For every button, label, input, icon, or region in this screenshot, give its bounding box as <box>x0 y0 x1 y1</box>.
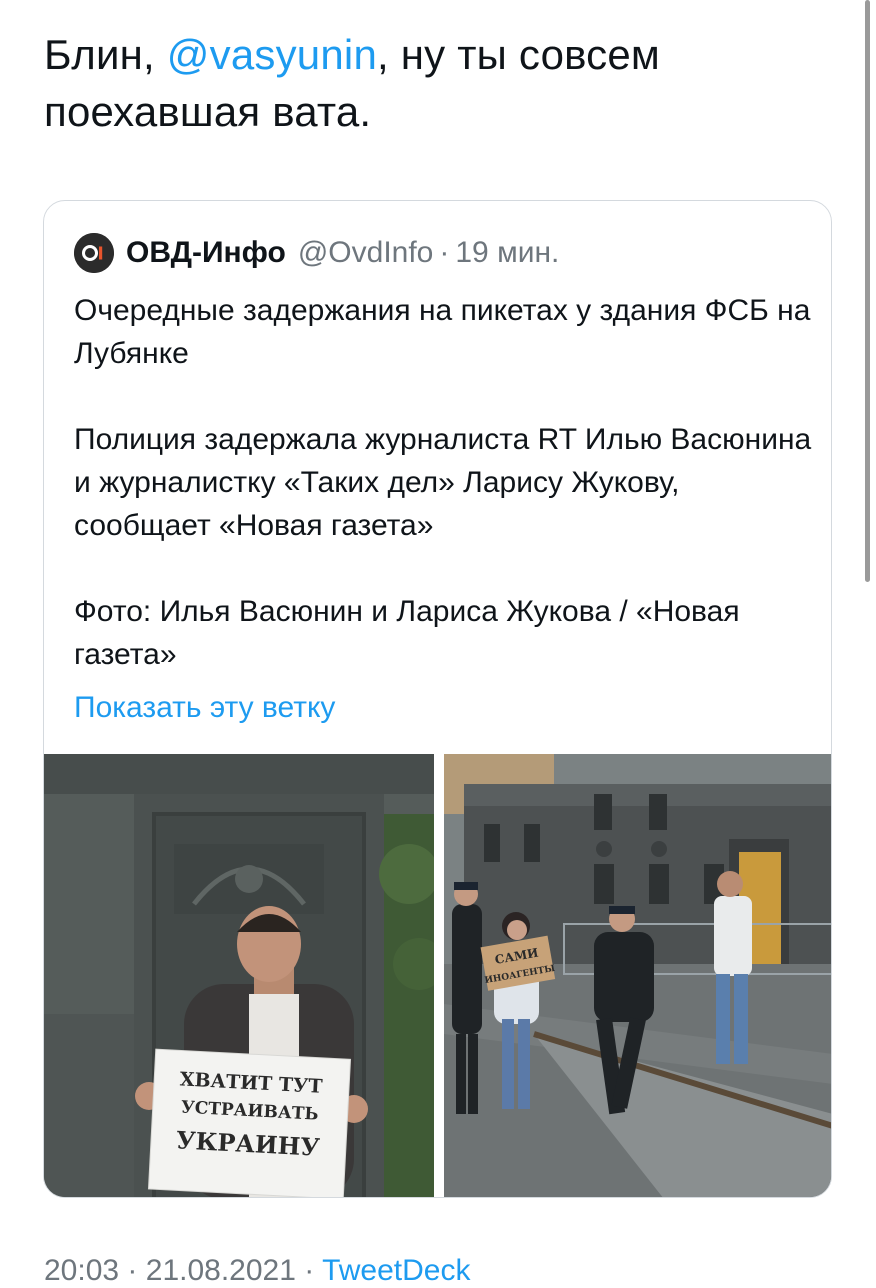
photo-grid: ХВАТИТ ТУТ УСТРАИВАТЬ УКРАИНУ САМИ ИНОАГ… <box>44 754 831 1197</box>
ovd-info-logo-icon <box>74 233 114 273</box>
scrollbar[interactable] <box>865 0 870 582</box>
quoted-tweet-header: ОВД-Инфо @OvdInfo · 19 мин. <box>74 231 559 275</box>
avatar[interactable] <box>74 233 114 273</box>
tweet-text: Блин, @vasyunin, ну ты совсем поехавшая … <box>44 26 804 140</box>
source-link[interactable]: TweetDeck <box>322 1254 470 1287</box>
photo-detention-street[interactable]: САМИ ИНОАГЕНТЫ <box>444 754 831 1197</box>
photo-picket-man[interactable]: ХВАТИТ ТУТ УСТРАИВАТЬ УКРАИНУ <box>44 754 434 1197</box>
tweet-footer: 20:03 · 21.08.2021 · TweetDeck <box>44 1254 470 1288</box>
tweet-time[interactable]: 20:03 <box>44 1254 119 1287</box>
show-thread-link[interactable]: Показать эту ветку <box>74 691 335 725</box>
mention-link[interactable]: @vasyunin <box>167 31 377 78</box>
author-handle[interactable]: @OvdInfo <box>298 236 434 270</box>
footer-separator: · <box>304 1254 315 1287</box>
footer-separator: · <box>127 1254 138 1287</box>
timestamp[interactable]: 19 мин. <box>455 236 559 270</box>
quoted-tweet-body: Очередные задержания на пикетах у здания… <box>74 294 812 671</box>
tweet-date[interactable]: 21.08.2021 <box>146 1254 296 1287</box>
quoted-tweet-card[interactable]: ОВД-Инфо @OvdInfo · 19 мин. Очередные за… <box>43 200 832 1198</box>
tweet-text-before: Блин, <box>44 31 167 78</box>
meta-separator: · <box>439 236 450 269</box>
author-name[interactable]: ОВД-Инфо <box>126 236 286 270</box>
